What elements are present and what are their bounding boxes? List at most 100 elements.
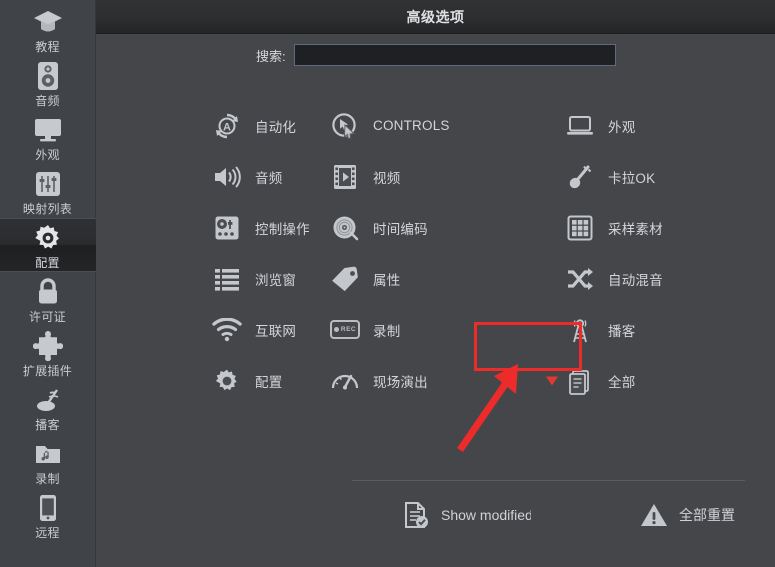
sidebar-item-remote[interactable]: 远程 [0,488,96,542]
sidebar-item-label: 播客 [35,418,60,432]
option-appearance[interactable]: 外观 [564,100,739,151]
option-browser[interactable]: 浏览窗 [211,253,329,304]
option-label: 浏览窗 [255,272,297,288]
option-video[interactable]: 视频 [329,151,564,202]
option-label: 全部 [608,374,636,390]
sidebar-item-extensions[interactable]: 扩展插件 [0,326,96,380]
volume-icon [211,161,243,193]
option-recording[interactable]: REC 录制 [329,304,564,355]
svg-text:A: A [223,121,231,133]
puzzle-icon [31,329,65,363]
cursor-circle-icon [329,110,361,142]
sidebar-item-mapping-list[interactable]: 映射列表 [0,164,96,218]
automation-icon: A [211,110,243,142]
option-label: 属性 [373,272,401,288]
document-check-icon [401,500,431,530]
sidebar-item-license[interactable]: 许可证 [0,272,96,326]
option-live-performance[interactable]: 现场演出 [329,355,564,406]
search-input[interactable] [293,44,616,66]
sidebar-item-label: 外观 [35,148,60,162]
sidebar-item-recording[interactable]: 录制 [0,434,96,488]
show-modified-button[interactable]: Show modified [401,500,531,530]
option-all[interactable]: 全部 [546,355,739,406]
option-label: 现场演出 [373,374,428,390]
option-label: 控制操作 [255,221,310,237]
option-automix[interactable]: 自动混音 [564,253,739,304]
option-label: 采样素材 [608,221,663,237]
grid-icon [564,212,596,244]
option-config[interactable]: 配置 [211,355,329,406]
gauge-icon [329,365,361,397]
rec-text: REC [340,326,357,333]
sidebar-item-label: 音频 [35,94,60,108]
option-karaoke[interactable]: 卡拉OK [564,151,739,202]
red-triangle-marker-icon [546,376,558,385]
option-timecode[interactable]: 时间编码 [329,202,564,253]
speaker-icon [31,59,65,93]
sidebar-item-label: 教程 [35,40,60,54]
list-icon [211,263,243,295]
sidebar-item-tutorial[interactable]: 教程 [0,2,96,56]
reset-all-label: 全部重置 [679,507,735,523]
option-label: 自动混音 [608,272,663,288]
option-label: 配置 [255,374,283,390]
option-audio[interactable]: 音频 [211,151,329,202]
sliders-icon [31,167,65,201]
option-control-operation[interactable]: 控制操作 [211,202,329,253]
phone-icon [31,491,65,525]
reset-all-button[interactable]: 全部重置 [639,500,735,530]
option-controls[interactable]: CONTROLS [329,100,564,151]
option-podcast[interactable]: 播客 [564,304,739,355]
documents-icon [564,365,596,397]
footer-divider [352,480,745,481]
laptop-icon [564,110,596,142]
microphone-icon [564,161,596,193]
option-properties[interactable]: 属性 [329,253,564,304]
lock-icon [31,275,65,309]
option-label: 播客 [608,323,636,339]
rec-badge: REC [330,320,360,339]
search-label: 搜索: [256,48,286,64]
show-modified-label: Show modified [441,507,531,523]
gear-icon [211,365,243,397]
vinyl-icon [329,212,361,244]
sidebar-item-label: 许可证 [29,310,66,324]
rec-dot [333,327,339,332]
option-sampler[interactable]: 采样素材 [564,202,739,253]
sidebar-item-config[interactable]: 配置 [0,218,96,272]
sidebar-item-appearance[interactable]: 外观 [0,110,96,164]
option-label: 录制 [373,323,401,339]
footer-actions: Show modified 全部重置 [211,492,775,538]
option-label: CONTROLS [373,118,450,133]
shuffle-icon [564,263,596,295]
option-label: 视频 [373,170,401,186]
wifi-icon [211,314,243,346]
option-label: 外观 [608,119,636,135]
sidebar-item-label: 配置 [35,256,60,270]
gear-icon [31,221,65,255]
option-automation[interactable]: A 自动化 [211,100,329,151]
monitor-icon [31,113,65,147]
mixer-icon [211,212,243,244]
main-panel: 高级选项 搜索: A 自动化 CONTROLS 外观 音频 视频 卡拉OK 控制… [96,0,775,567]
tag-icon [329,263,361,295]
sidebar-item-label: 扩展插件 [22,364,73,378]
sidebar-item-label: 远程 [35,526,60,540]
antenna-icon [564,314,596,346]
warning-triangle-icon [639,500,669,530]
advanced-options-window: 教程 音频 外观 映射列表 配置 许可证 扩展插件 播客 录制 远程 高级选项 … [0,0,775,567]
sidebar-item-label: 映射列表 [22,202,73,216]
sidebar-item-label: 录制 [35,472,60,486]
search-row: 搜索: [96,34,775,76]
sidebar-item-audio[interactable]: 音频 [0,56,96,110]
sidebar-item-broadcast[interactable]: 播客 [0,380,96,434]
film-icon [329,161,361,193]
music-folder-icon [31,437,65,471]
option-label: 时间编码 [373,221,428,237]
titlebar: 高级选项 [96,0,775,34]
option-label: 卡拉OK [608,170,656,186]
broadcast-icon [31,383,65,417]
option-internet[interactable]: 互联网 [211,304,329,355]
rec-icon: REC [329,314,361,346]
graduation-cap-icon [31,5,65,39]
